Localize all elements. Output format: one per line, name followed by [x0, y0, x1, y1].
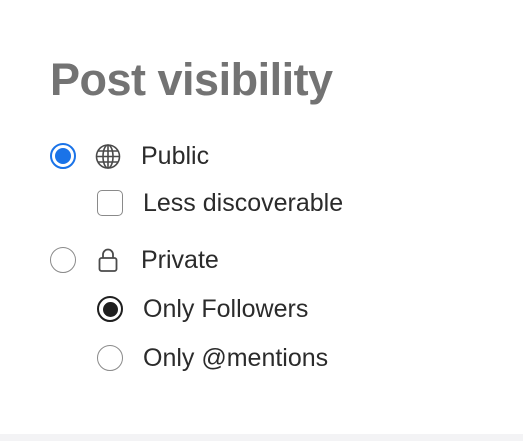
visibility-panel: Post visibility Public Less discoverable: [0, 0, 523, 434]
page-title: Post visibility: [50, 54, 333, 105]
private-radio[interactable]: [50, 247, 76, 273]
lock-icon: [95, 247, 121, 273]
option-private[interactable]: Private: [50, 244, 219, 276]
only-mentions-radio[interactable]: [97, 345, 123, 371]
public-radio[interactable]: [50, 143, 76, 169]
option-less-discoverable[interactable]: Less discoverable: [97, 187, 343, 219]
less-discoverable-checkbox[interactable]: [97, 190, 123, 216]
option-only-mentions[interactable]: Only @mentions: [97, 342, 328, 374]
option-only-followers[interactable]: Only Followers: [97, 293, 308, 325]
option-public[interactable]: Public: [50, 140, 209, 172]
option-public-label: Public: [141, 142, 210, 170]
globe-icon: [95, 143, 121, 169]
option-less-discoverable-label: Less discoverable: [143, 189, 344, 217]
option-private-label: Private: [141, 246, 219, 274]
option-only-followers-label: Only Followers: [143, 295, 309, 323]
option-only-mentions-label: Only @mentions: [143, 344, 329, 372]
only-followers-radio[interactable]: [97, 296, 123, 322]
